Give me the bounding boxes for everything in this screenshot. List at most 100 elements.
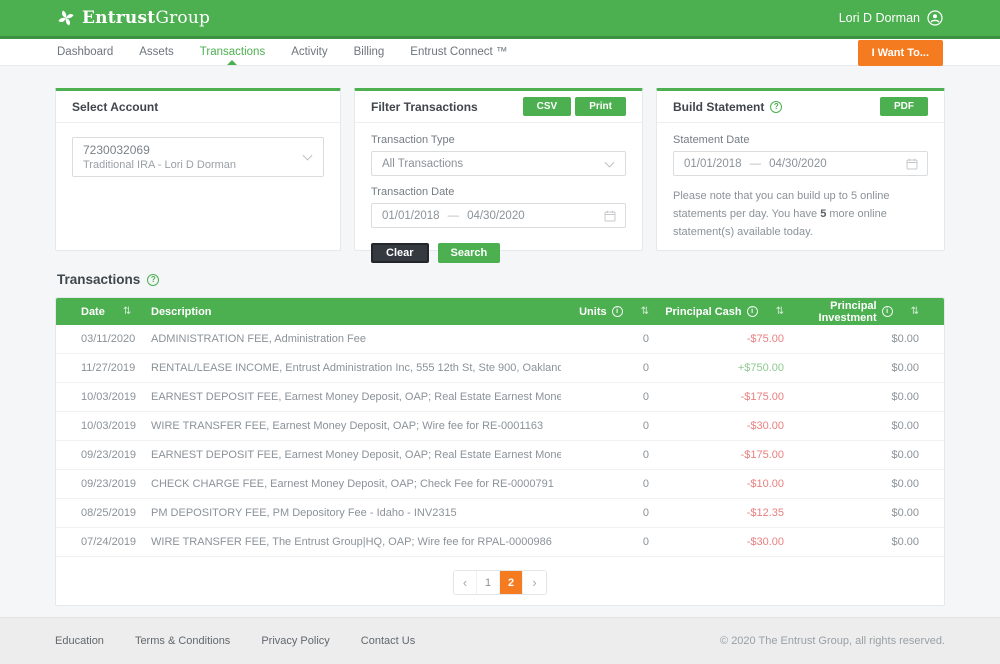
- cell-principal-investment: $0.00: [784, 536, 944, 548]
- pagination-next-button[interactable]: ›: [523, 571, 546, 594]
- cell-principal-cash: -$10.00: [649, 478, 784, 490]
- nav-item-assets[interactable]: Assets: [139, 39, 174, 65]
- cell-principal-investment: $0.00: [784, 507, 944, 519]
- transaction-type-select[interactable]: All Transactions: [371, 151, 626, 176]
- build-statement-title: Build Statement: [673, 100, 764, 114]
- build-statement-card: Build Statement ? PDF Statement Date 01/…: [656, 88, 945, 251]
- cell-principal-investment: $0.00: [784, 478, 944, 490]
- cell-principal-cash: -$12.35: [649, 507, 784, 519]
- cell-units: 0: [561, 507, 649, 519]
- sort-arrows-icon[interactable]: ⇅: [911, 306, 919, 317]
- date-range-separator: —: [750, 158, 762, 170]
- cell-date: 11/27/2019: [56, 362, 151, 374]
- transaction-date-range-input[interactable]: 01/01/2018 — 04/30/2020: [371, 203, 626, 228]
- question-circle-icon[interactable]: ?: [147, 274, 159, 286]
- sort-arrows-icon[interactable]: ⇅: [641, 306, 649, 317]
- transaction-date-label: Transaction Date: [371, 186, 626, 198]
- cell-principal-investment: $0.00: [784, 391, 944, 403]
- account-number: 7230032069: [83, 143, 313, 157]
- col-header-principal-cash: Principal Cash: [665, 306, 741, 318]
- nav-item-billing[interactable]: Billing: [354, 39, 385, 65]
- info-circle-icon[interactable]: i: [612, 306, 623, 317]
- clear-button[interactable]: Clear: [371, 243, 429, 263]
- main-content: Select Account 7230032069 Traditional IR…: [0, 66, 1000, 606]
- question-circle-icon[interactable]: ?: [770, 101, 782, 113]
- cell-date: 09/23/2019: [56, 478, 151, 490]
- pdf-export-button[interactable]: PDF: [880, 97, 928, 116]
- cell-description: EARNEST DEPOSIT FEE, Earnest Money Depos…: [151, 449, 561, 461]
- date-start-value: 01/01/2018: [684, 158, 742, 170]
- cell-units: 0: [561, 420, 649, 432]
- calendar-icon: [906, 158, 918, 170]
- cell-principal-investment: $0.00: [784, 420, 944, 432]
- user-name: Lori D Dorman: [839, 11, 920, 25]
- footer-links: Education Terms & Conditions Privacy Polic…: [55, 635, 415, 647]
- sort-arrows-icon[interactable]: ⇅: [776, 306, 784, 317]
- pagination-page-1[interactable]: 1: [477, 571, 500, 594]
- transaction-row: 07/24/2019WIRE TRANSFER FEE, The Entrust…: [56, 528, 944, 557]
- account-description: Traditional IRA - Lori D Dorman: [83, 159, 313, 171]
- build-statement-header: Build Statement ? PDF: [657, 91, 944, 123]
- cell-description: ADMINISTRATION FEE, Administration Fee: [151, 333, 561, 345]
- statement-date-label: Statement Date: [673, 134, 928, 146]
- pagination-group: ‹12›: [453, 570, 547, 595]
- cards-row: Select Account 7230032069 Traditional IR…: [55, 88, 945, 251]
- pinwheel-icon: [57, 9, 75, 27]
- info-circle-icon[interactable]: i: [747, 306, 758, 317]
- transaction-row: 03/11/2020ADMINISTRATION FEE, Administra…: [56, 325, 944, 354]
- footer-link-privacy-policy[interactable]: Privacy Policy: [261, 635, 329, 647]
- user-menu[interactable]: Lori D Dorman: [839, 10, 943, 26]
- cell-date: 03/11/2020: [56, 333, 151, 345]
- cell-principal-investment: $0.00: [784, 362, 944, 374]
- nav-item-entrust-connect[interactable]: Entrust Connect ™: [410, 39, 507, 65]
- i-want-to-button[interactable]: I Want To...: [858, 40, 943, 66]
- calendar-icon: [604, 210, 616, 222]
- cell-principal-cash: -$30.00: [649, 420, 784, 432]
- cell-units: 0: [561, 449, 649, 461]
- date-start-value: 01/01/2018: [382, 210, 440, 222]
- cell-units: 0: [561, 536, 649, 548]
- csv-export-button[interactable]: CSV: [523, 97, 572, 116]
- cell-principal-cash: -$175.00: [649, 391, 784, 403]
- select-account-card: Select Account 7230032069 Traditional IR…: [55, 88, 341, 251]
- nav-item-activity[interactable]: Activity: [291, 39, 327, 65]
- table-header-row: Date ⇅ Description Units i ⇅ Principal C…: [56, 298, 944, 325]
- cell-date: 08/25/2019: [56, 507, 151, 519]
- cell-description: PM DEPOSITORY FEE, PM Depository Fee - I…: [151, 507, 561, 519]
- print-button[interactable]: Print: [575, 97, 626, 116]
- pagination-page-2[interactable]: 2: [500, 571, 523, 594]
- info-circle-icon[interactable]: i: [882, 306, 893, 317]
- cell-date: 07/24/2019: [56, 536, 151, 548]
- account-select[interactable]: 7230032069 Traditional IRA - Lori D Dorm…: [72, 137, 324, 177]
- cell-principal-investment: $0.00: [784, 333, 944, 345]
- transaction-row: 10/03/2019EARNEST DEPOSIT FEE, Earnest M…: [56, 383, 944, 412]
- search-button[interactable]: Search: [438, 243, 501, 263]
- transaction-type-label: Transaction Type: [371, 134, 626, 146]
- date-range-separator: —: [448, 210, 460, 222]
- sort-arrows-icon[interactable]: ⇅: [123, 306, 131, 317]
- table-body: 03/11/2020ADMINISTRATION FEE, Administra…: [56, 325, 944, 557]
- cell-principal-investment: $0.00: [784, 449, 944, 461]
- copyright-text: © 2020 The Entrust Group, all rights res…: [720, 635, 945, 647]
- transaction-row: 11/27/2019RENTAL/LEASE INCOME, Entrust A…: [56, 354, 944, 383]
- statement-date-range-input[interactable]: 01/01/2018 — 04/30/2020: [673, 151, 928, 176]
- nav-items: Dashboard Assets Transactions Activity Billi…: [57, 39, 507, 65]
- transactions-table: Date ⇅ Description Units i ⇅ Principal C…: [55, 297, 945, 606]
- footer-link-education[interactable]: Education: [55, 635, 104, 647]
- cell-principal-cash: -$75.00: [649, 333, 784, 345]
- pagination-prev-button[interactable]: ‹: [454, 571, 477, 594]
- cell-date: 09/23/2019: [56, 449, 151, 461]
- entrust-group-logo[interactable]: EntrustGroup: [57, 8, 210, 28]
- cell-description: EARNEST DEPOSIT FEE, Earnest Money Depos…: [151, 391, 561, 403]
- footer-link-terms-conditions[interactable]: Terms & Conditions: [135, 635, 230, 647]
- cell-units: 0: [561, 391, 649, 403]
- cell-description: CHECK CHARGE FEE, Earnest Money Deposit,…: [151, 478, 561, 490]
- nav-item-transactions[interactable]: Transactions: [200, 39, 265, 65]
- footer-link-contact-us[interactable]: Contact Us: [361, 635, 415, 647]
- cell-date: 10/03/2019: [56, 391, 151, 403]
- cell-units: 0: [561, 478, 649, 490]
- nav-item-dashboard[interactable]: Dashboard: [57, 39, 113, 65]
- transaction-row: 09/23/2019EARNEST DEPOSIT FEE, Earnest M…: [56, 441, 944, 470]
- filter-transactions-title: Filter Transactions: [371, 100, 478, 114]
- statement-quota-note: Please note that you can build up to 5 o…: [673, 187, 928, 241]
